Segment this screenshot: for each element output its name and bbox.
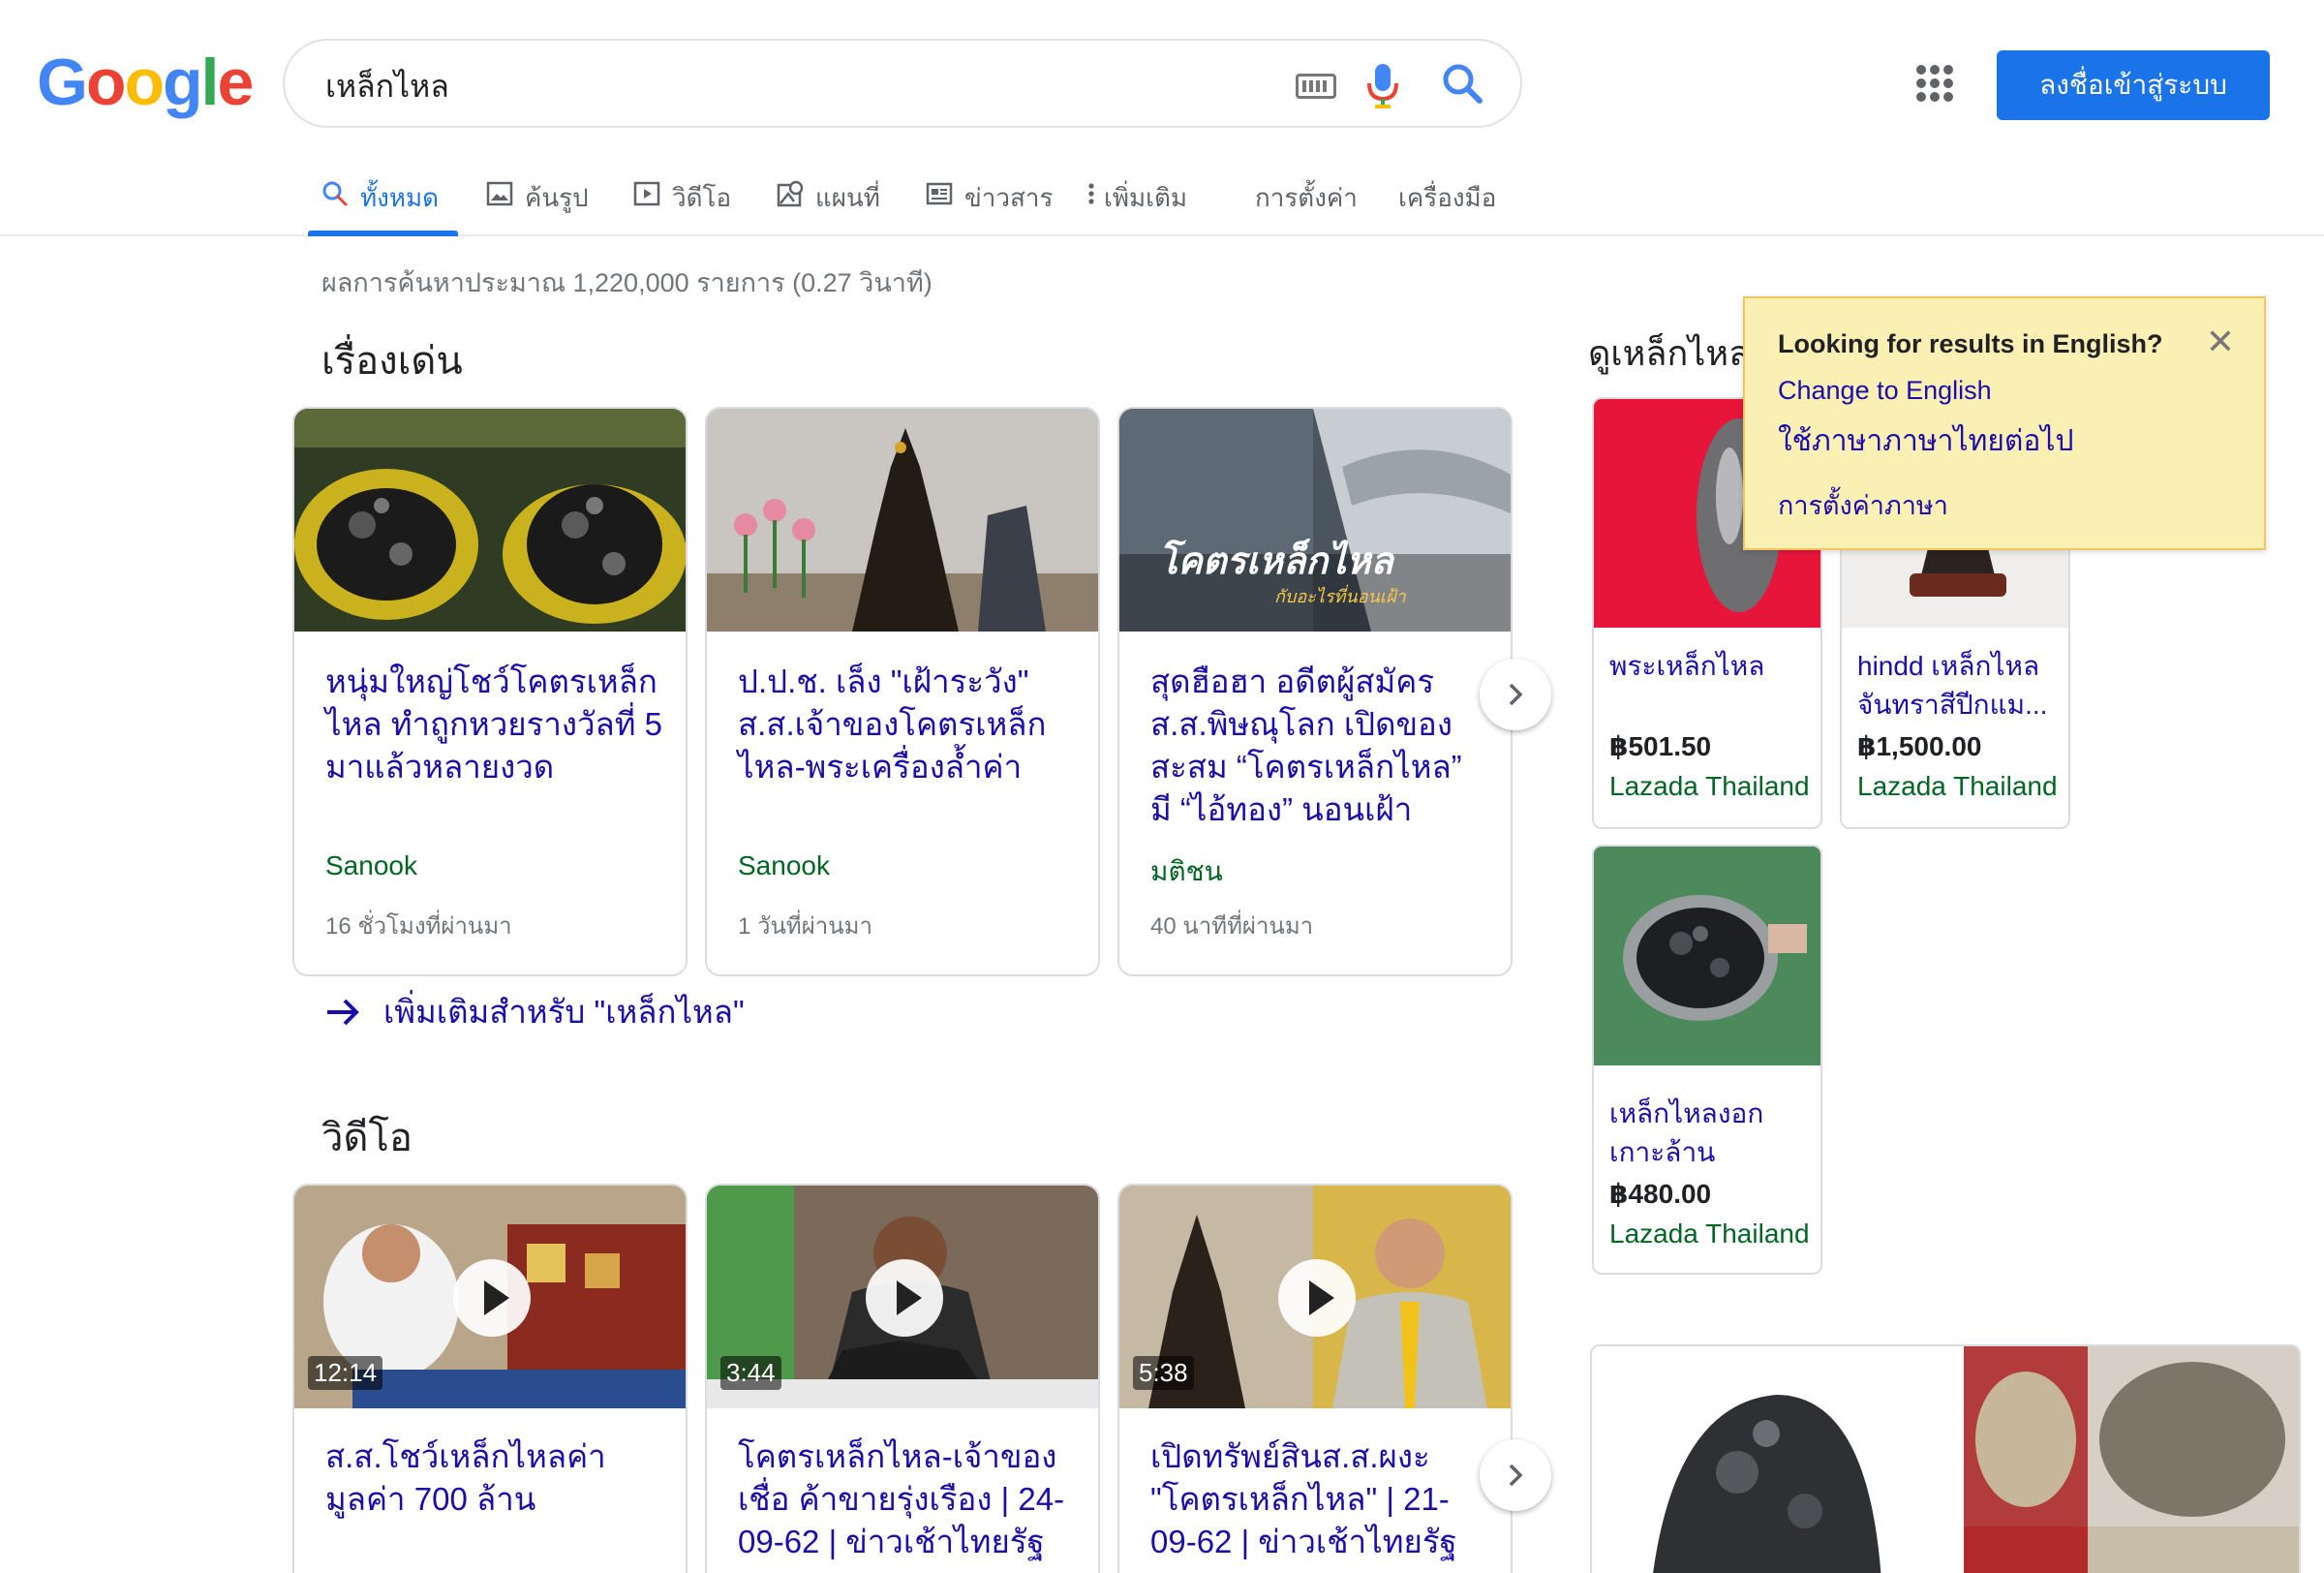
chevron-right-icon [1509,1464,1523,1487]
tab-label: เพิ่มเติม [1104,183,1188,212]
search-icon[interactable] [1441,62,1483,105]
image-panel-collage [1592,1346,2299,1573]
news-time: 40 นาทีที่ผ่านมา [1150,913,1314,940]
tab-images[interactable]: ค้นรูป [486,170,589,236]
product-name[interactable]: เหล็กไหลงอกเกาะล้าน [1609,1095,1815,1172]
language-settings-link[interactable]: การตั้งค่าภาษา [1778,484,1948,526]
video-title[interactable]: เปิดทรัพย์สินส.ส.ผงะ "โคตรเหล็กไหล" | 21… [1150,1435,1489,1573]
thumbnail-overlay-text: โคตรเหล็กไหล [1158,539,1395,582]
image-icon [486,181,513,206]
video-icon [633,181,660,206]
play-icon[interactable] [866,1259,943,1337]
carousel-next-button[interactable] [1480,659,1551,730]
news-source: Sanook [325,850,417,880]
news-card[interactable]: หนุ่มใหญ่โชว์โคตรเหล็กไหล ทำถูกหวยรางวัล… [292,407,688,976]
news-title[interactable]: ป.ป.ช. เล็ง "เฝ้าระวัง" ส.ส.เจ้าของโคตรเ… [738,661,1077,788]
top-stories-heading: เรื่องเด่น [321,340,463,383]
tab-settings[interactable]: การตั้งค่า [1255,170,1358,236]
tab-tools[interactable]: เครื่องมือ [1398,170,1496,236]
product-store: Lazada Thailand [1609,771,1810,801]
tab-videos[interactable]: วิดีโอ [633,170,731,236]
google-logo[interactable]: Google [37,45,254,120]
language-suggestion-popup: Looking for results in English? ✕ Change… [1743,296,2266,550]
product-price: ฿1,500.00 [1857,731,1982,761]
close-icon[interactable]: ✕ [2206,324,2235,359]
product-store: Lazada Thailand [1857,771,2058,801]
news-card[interactable]: ป.ป.ช. เล็ง "เฝ้าระวัง" ส.ส.เจ้าของโคตรเ… [705,407,1100,976]
tab-label: วิดีโอ [672,183,732,212]
video-title[interactable]: โคตรเหล็กไหล-เจ้าของเชื่อ ค้าขายรุ่งเรือ… [738,1435,1077,1563]
search-box[interactable]: เหล็กไหล [283,39,1522,128]
more-vert-icon [1088,183,1094,204]
popup-title: Looking for results in English? [1778,329,2163,358]
video-thumbnail: 12:14 [294,1186,686,1408]
tab-maps[interactable]: แผนที่ [777,170,880,236]
news-source: Sanook [738,850,830,880]
play-icon[interactable] [453,1259,531,1337]
play-icon[interactable] [1278,1259,1356,1337]
shopping-heading: ดูเหล็กไหล [1588,333,1751,373]
news-title[interactable]: หนุ่มใหญ่โชว์โคตรเหล็กไหล ทำถูกหวยรางวัล… [325,661,664,788]
thumbnail-overlay-subtext: กับอะไรที่นอนเฝ้า [1274,584,1407,607]
product-image [1594,847,1820,1065]
tab-more[interactable]: เพิ่มเติม [1086,170,1187,236]
tab-all[interactable]: ทั้งหมด [308,170,458,236]
signin-button[interactable]: ลงชื่อเข้าสู่ระบบ [1997,50,2270,120]
video-thumbnail: 3:44 [707,1186,1098,1408]
product-name[interactable]: hindd เหล็กไหล จันทราสีปีกแม... [1857,647,2063,725]
keyboard-icon[interactable] [1296,74,1336,99]
news-card[interactable]: โคตรเหล็กไหล กับอะไรที่นอนเฝ้า สุดฮือฮา … [1117,407,1513,976]
tab-news[interactable]: ข่าวสาร [926,170,1053,236]
video-thumbnail: 5:38 [1119,1186,1511,1408]
video-title[interactable]: ส.ส.โชว์เหล็กไหลค่ามูลค่า 700 ล้าน [325,1435,664,1521]
video-carousel-next-button[interactable] [1480,1439,1551,1511]
more-stories-label: เพิ่มเติมสำหรับ "เหล็กไหล" [383,994,745,1030]
tab-label: ค้นรูป [525,183,589,212]
video-card[interactable]: 5:38 เปิดทรัพย์สินส.ส.ผงะ "โคตรเหล็กไหล"… [1117,1184,1513,1573]
more-stories-link[interactable]: เพิ่มเติมสำหรับ "เหล็กไหล" [323,986,745,1037]
news-time: 16 ชั่วโมงที่ผ่านมา [325,913,512,940]
product-price: ฿480.00 [1609,1179,1712,1209]
product-store: Lazada Thailand [1609,1218,1810,1249]
search-icon [322,181,348,206]
video-card[interactable]: 12:14 ส.ส.โชว์เหล็กไหลค่ามูลค่า 700 ล้าน [292,1184,688,1573]
videos-heading: วิดีโอ [321,1117,413,1159]
chevron-right-icon [1509,683,1523,706]
video-duration: 5:38 [1133,1356,1194,1390]
active-tab-indicator [308,231,458,236]
news-thumbnail [707,409,1098,632]
search-input[interactable]: เหล็กไหล [325,62,449,111]
map-icon [777,180,804,207]
mic-icon[interactable] [1363,62,1402,110]
product-name[interactable]: พระเหล็กไหล [1609,647,1815,686]
tab-label: ข่าวสาร [964,183,1054,212]
result-stats: ผลการค้นหาประมาณ 1,220,000 รายการ (0.27 … [321,268,933,297]
news-source: มติชน [1150,856,1223,886]
news-icon [926,182,953,205]
product-price: ฿501.50 [1609,731,1712,761]
news-time: 1 วันที่ผ่านมา [738,913,872,940]
news-thumbnail: โคตรเหล็กไหล กับอะไรที่นอนเฝ้า [1119,409,1511,632]
apps-grid-icon[interactable] [1915,64,1954,103]
keep-thai-link[interactable]: ใช้ภาษาภาษาไทยต่อไป [1778,418,2074,464]
news-thumbnail [294,409,686,632]
tab-label: แผนที่ [815,183,880,212]
video-card[interactable]: 3:44 โคตรเหล็กไหล-เจ้าของเชื่อ ค้าขายรุ่… [705,1184,1100,1573]
video-duration: 12:14 [308,1356,383,1390]
product-card[interactable]: เหล็กไหลงอกเกาะล้าน ฿480.00 Lazada Thail… [1592,845,1822,1275]
news-title[interactable]: สุดฮือฮา อดีตผู้สมัคร ส.ส.พิษณุโลก เปิดข… [1150,661,1489,831]
tab-label: ทั้งหมด [360,183,439,212]
video-duration: 3:44 [720,1356,781,1390]
image-panel[interactable] [1590,1344,2301,1573]
arrow-right-icon [327,999,359,1025]
header: Google เหล็กไหล ลงชื่อเข้าสู่ระบบ ทั้งหม… [0,0,2324,236]
change-to-english-link[interactable]: Change to English [1778,376,1992,406]
